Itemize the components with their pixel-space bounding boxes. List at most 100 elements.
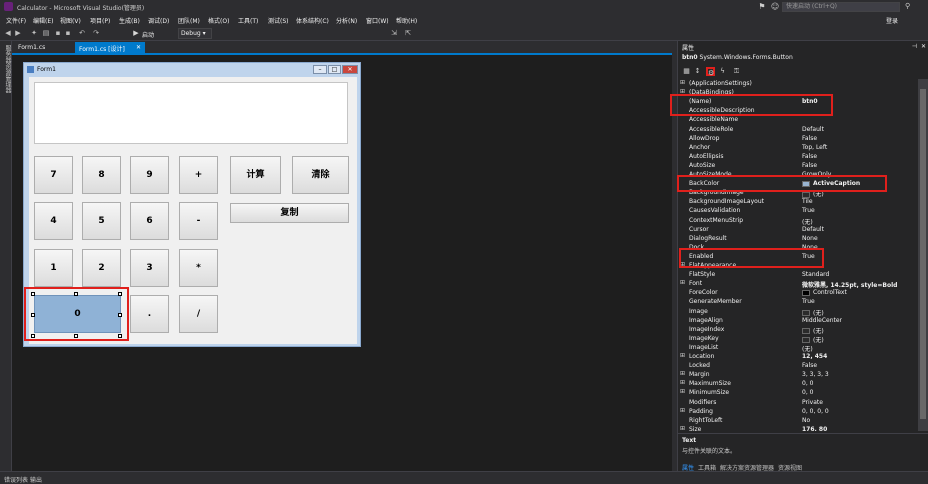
login-link[interactable]: 登录 xyxy=(886,16,898,25)
property-value[interactable]: Default xyxy=(802,126,824,133)
property-row[interactable]: GenerateMember True xyxy=(678,297,918,306)
menu-debug[interactable]: 调试(D) xyxy=(148,16,169,25)
save-all-icon[interactable]: ▪ xyxy=(64,29,72,37)
search-icon[interactable]: ⚲ xyxy=(905,2,910,10)
btn-divide[interactable]: / xyxy=(179,295,218,333)
btn-copy[interactable]: 复制 xyxy=(230,203,349,223)
expand-icon[interactable]: ⊞ xyxy=(680,79,685,86)
form-maximize-icon[interactable]: □ xyxy=(328,65,341,74)
property-row[interactable]: ⊞ (ApplicationSettings) xyxy=(678,79,918,88)
btn-7[interactable]: 7 xyxy=(34,156,73,194)
property-value[interactable]: Default xyxy=(802,226,824,233)
property-row[interactable]: FlatStyle Standard xyxy=(678,270,918,279)
new-project-icon[interactable]: ✦ xyxy=(30,29,38,37)
property-row[interactable]: ⊞ Font 微软雅黑, 14.25pt, style=Bold xyxy=(678,279,918,289)
property-value[interactable]: False xyxy=(802,162,817,169)
forward-icon[interactable]: ▶ xyxy=(14,29,22,37)
property-value[interactable]: Tile xyxy=(802,198,813,205)
menu-help[interactable]: 帮助(H) xyxy=(396,16,417,25)
btn-plus[interactable]: + xyxy=(179,156,218,194)
property-row[interactable]: Image (无) xyxy=(678,307,918,317)
menu-edit[interactable]: 编辑(E) xyxy=(33,16,53,25)
btn-multiply[interactable]: * xyxy=(179,249,218,287)
btn-9[interactable]: 9 xyxy=(130,156,169,194)
property-pages-icon[interactable]: ⚿ xyxy=(732,67,741,76)
align-icon[interactable]: ⇲ xyxy=(390,29,398,37)
property-value[interactable]: True xyxy=(802,207,815,214)
open-icon[interactable]: ▤ xyxy=(42,29,50,37)
menu-view[interactable]: 视图(V) xyxy=(60,16,81,25)
property-row[interactable]: AllowDrop False xyxy=(678,134,918,143)
property-row[interactable]: Locked False xyxy=(678,361,918,370)
menu-team[interactable]: 团队(M) xyxy=(178,16,200,25)
property-row[interactable]: DialogResult None xyxy=(678,234,918,243)
expand-icon[interactable]: ⊞ xyxy=(680,370,685,377)
btn-1[interactable]: 1 xyxy=(34,249,73,287)
property-value[interactable]: 0, 0, 0, 0 xyxy=(802,408,829,415)
redo-icon[interactable]: ↷ xyxy=(92,29,100,37)
btn-clear[interactable]: 清除 xyxy=(292,156,349,194)
expand-icon[interactable]: ⊞ xyxy=(680,407,685,414)
property-row[interactable]: AccessibleRole Default xyxy=(678,125,918,134)
save-icon[interactable]: ▪ xyxy=(54,29,62,37)
properties-icon[interactable]: ⚙ xyxy=(706,67,715,77)
menu-file[interactable]: 文件(F) xyxy=(6,16,26,25)
property-row[interactable]: ImageAlign MiddleCenter xyxy=(678,316,918,325)
expand-icon[interactable]: ⊞ xyxy=(680,279,685,286)
property-row[interactable]: AutoEllipsis False xyxy=(678,152,918,161)
property-row[interactable]: ⊞ Margin 3, 3, 3, 3 xyxy=(678,370,918,379)
tab-form1-cs[interactable]: Form1.cs xyxy=(14,42,49,53)
start-button[interactable]: 启动 xyxy=(142,30,154,39)
undo-icon[interactable]: ↶ xyxy=(78,29,86,37)
tab-form1-design[interactable]: Form1.cs [设计] ✕ xyxy=(75,42,145,53)
property-value[interactable]: Standard xyxy=(802,271,829,278)
property-value[interactable]: 176, 80 xyxy=(802,426,827,431)
menu-project[interactable]: 项目(P) xyxy=(90,16,110,25)
expand-icon[interactable]: ⊞ xyxy=(680,352,685,359)
form-minimize-icon[interactable]: – xyxy=(313,65,327,74)
property-value[interactable]: False xyxy=(802,153,817,160)
btn-minus[interactable]: - xyxy=(179,202,218,240)
menu-architecture[interactable]: 体系结构(C) xyxy=(296,16,329,25)
btn-3[interactable]: 3 xyxy=(130,249,169,287)
property-row[interactable]: ⊞ MaximumSize 0, 0 xyxy=(678,379,918,388)
events-icon[interactable]: ϟ xyxy=(718,67,727,76)
close-panel-icon[interactable]: ✕ xyxy=(921,43,926,50)
menu-tools[interactable]: 工具(T) xyxy=(238,16,258,25)
property-value[interactable]: 12, 454 xyxy=(802,353,827,360)
btn-calculate[interactable]: 计算 xyxy=(230,156,281,194)
close-icon[interactable]: ✕ xyxy=(136,44,141,51)
property-value[interactable]: 3, 3, 3, 3 xyxy=(802,371,829,378)
property-row[interactable]: CausesValidation True xyxy=(678,206,918,215)
property-row[interactable]: ImageKey (无) xyxy=(678,334,918,344)
property-value[interactable]: ControlText xyxy=(802,289,847,296)
property-row[interactable]: Modifiers Private xyxy=(678,398,918,407)
back-icon[interactable]: ◀ xyxy=(4,29,12,37)
property-row[interactable]: ⊞ Padding 0, 0, 0, 0 xyxy=(678,407,918,416)
property-row[interactable]: ⊞ Location 12, 454 xyxy=(678,352,918,361)
property-value[interactable]: Private xyxy=(802,399,823,406)
feedback-icon[interactable]: ☺ xyxy=(768,1,782,13)
property-value[interactable]: No xyxy=(802,417,810,424)
btn-dot[interactable]: . xyxy=(130,295,169,333)
quick-launch-input[interactable]: 快速启动 (Ctrl+Q) xyxy=(782,2,900,12)
alphabetical-icon[interactable]: ↕ xyxy=(693,67,702,76)
server-explorer-strip[interactable]: 服务器资源管理器 xyxy=(0,41,12,471)
categorized-icon[interactable]: ▦ xyxy=(682,67,691,76)
property-value[interactable]: MiddleCenter xyxy=(802,317,842,324)
property-value[interactable]: False xyxy=(802,135,817,142)
btn-5[interactable]: 5 xyxy=(82,202,121,240)
property-row[interactable]: BackgroundImageLayout Tile xyxy=(678,197,918,206)
config-dropdown[interactable]: Debug ▾ xyxy=(178,28,212,39)
object-selector[interactable]: btn0 System.Windows.Forms.Button xyxy=(682,54,793,61)
menu-analyze[interactable]: 分析(N) xyxy=(336,16,357,25)
pin-icon[interactable]: ⊣ xyxy=(912,43,917,50)
property-row[interactable]: AutoSize False xyxy=(678,161,918,170)
menu-format[interactable]: 格式(O) xyxy=(208,16,229,25)
property-row[interactable]: RightToLeft No xyxy=(678,416,918,425)
property-row[interactable]: ⊞ MinimumSize 0, 0 xyxy=(678,388,918,397)
property-row[interactable]: ForeColor ControlText xyxy=(678,288,918,297)
start-icon[interactable]: ▶ xyxy=(132,29,140,37)
property-row[interactable]: ImageList (无) xyxy=(678,343,918,353)
property-value[interactable]: True xyxy=(802,298,815,305)
